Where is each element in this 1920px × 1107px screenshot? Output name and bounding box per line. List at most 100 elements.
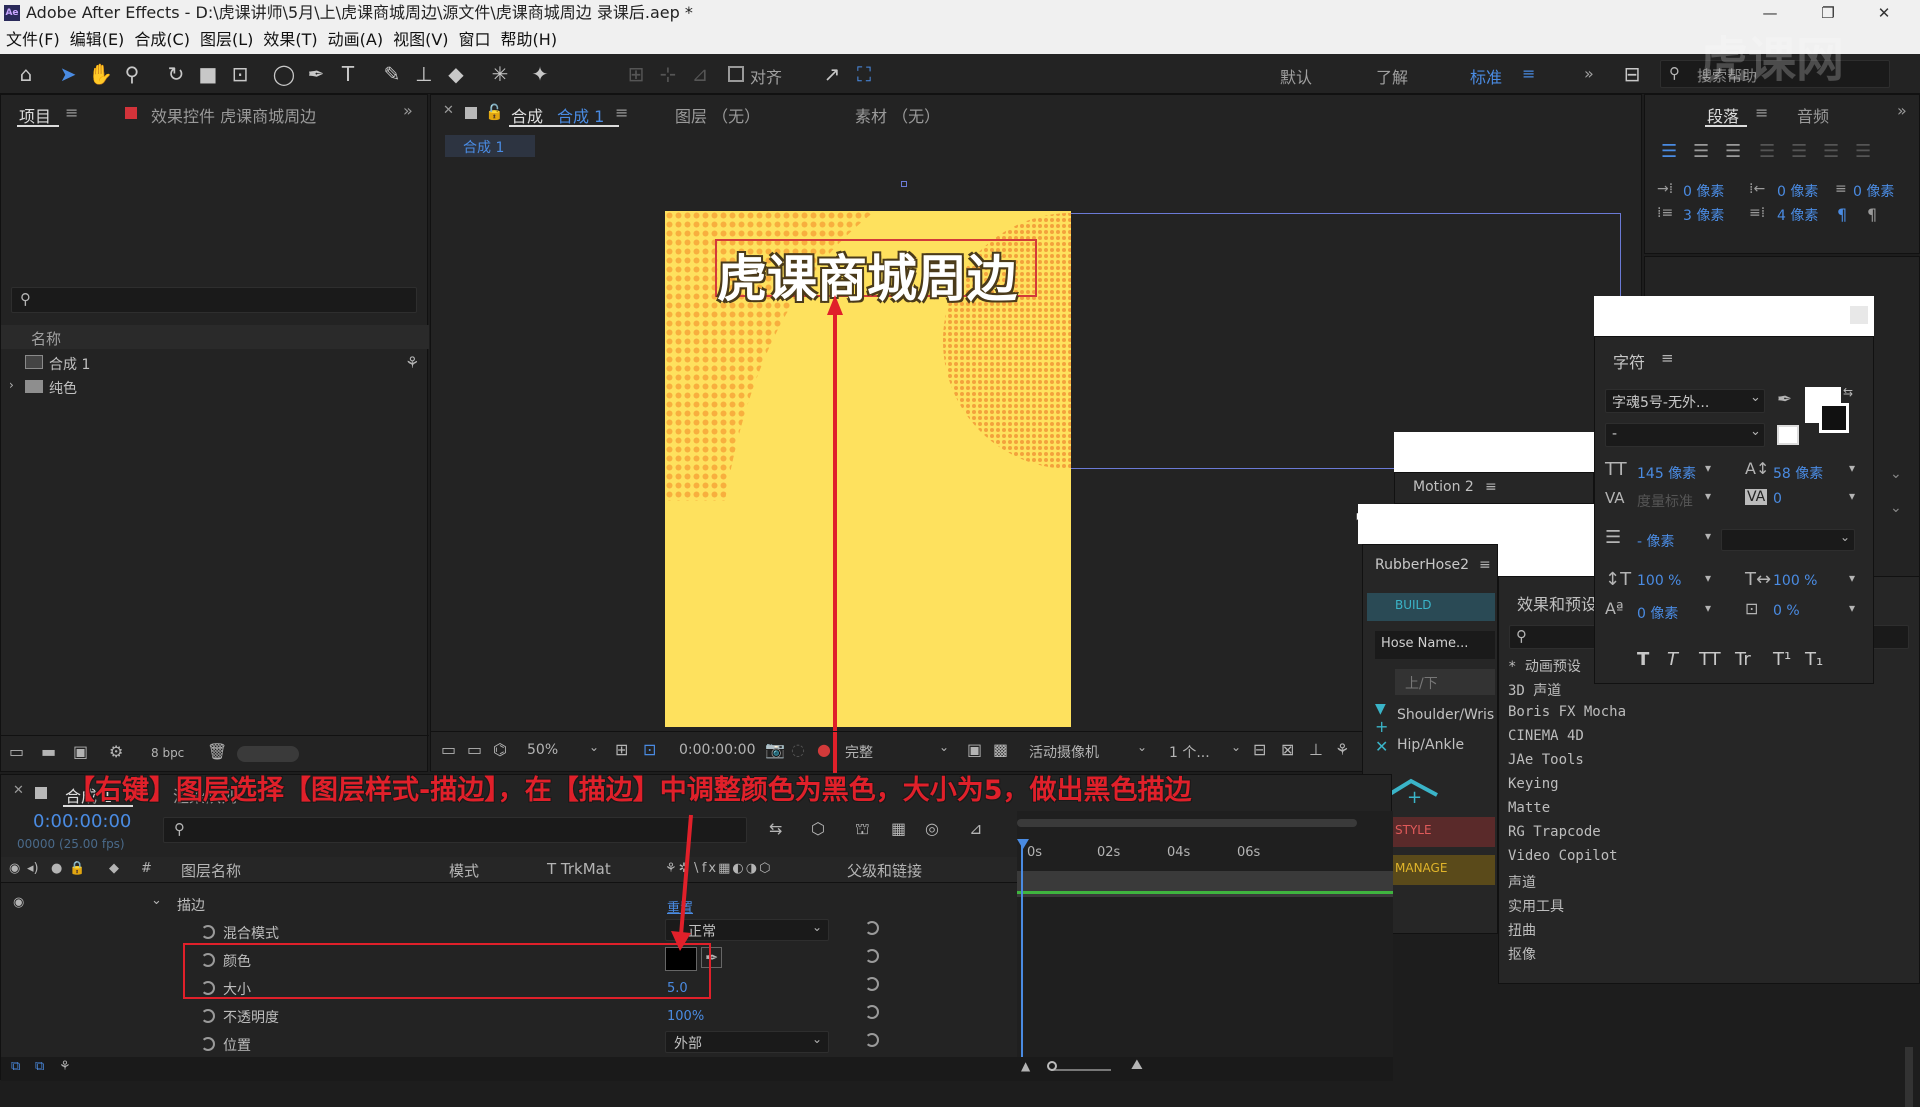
roto-brush-icon[interactable]: ✳: [488, 62, 512, 86]
chevron-down-icon[interactable]: ⌄: [1890, 500, 1902, 516]
brush-tool-icon[interactable]: ✎: [380, 62, 404, 86]
ellipse-tool-icon[interactable]: ◯: [272, 62, 296, 86]
pan-behind-icon[interactable]: ⊡: [228, 62, 252, 86]
superscript-button[interactable]: T¹: [1773, 649, 1791, 670]
fast-preview-icon[interactable]: ⊠: [1281, 740, 1294, 759]
interpret-footage-icon[interactable]: ▭: [9, 742, 24, 761]
toggle-layer-icon[interactable]: ⧉: [11, 1059, 20, 1074]
faux-bold-button[interactable]: T: [1637, 649, 1649, 670]
list-item[interactable]: JAe Tools: [1508, 752, 1584, 768]
transparency-grid-icon[interactable]: ▩: [993, 740, 1008, 759]
show-snapshot-icon[interactable]: ◌: [791, 740, 805, 759]
align-left-icon[interactable]: ☰: [1661, 141, 1677, 162]
motion-title-bar[interactable]: [1394, 432, 1594, 472]
home-icon[interactable]: ⌂: [14, 62, 38, 86]
panel-more-icon[interactable]: »: [403, 101, 413, 120]
list-item[interactable]: RG Trapcode: [1508, 824, 1601, 840]
align-right-icon[interactable]: ☰: [1725, 141, 1741, 162]
menu-effect[interactable]: 效果(T): [263, 26, 317, 54]
list-item[interactable]: 扭曲: [1508, 920, 1536, 940]
workspace-default[interactable]: 默认: [1280, 64, 1312, 88]
zoom-select[interactable]: 50%: [527, 742, 558, 758]
pen-tool-icon[interactable]: ✒: [304, 62, 328, 86]
world-axis-icon[interactable]: ⊹: [656, 62, 680, 86]
align-center-icon[interactable]: ☰: [1693, 141, 1709, 162]
local-axis-icon[interactable]: ⊞: [624, 62, 648, 86]
new-hose-icon[interactable]: +: [1381, 771, 1461, 807]
menu-animation[interactable]: 动画(A): [328, 26, 383, 54]
hip-label[interactable]: Hip/Ankle: [1397, 737, 1464, 753]
rotate-tool-icon[interactable]: ↻: [164, 62, 188, 86]
baseline-shift-value[interactable]: 0 像素: [1637, 603, 1678, 623]
character-title-bar[interactable]: [1594, 296, 1874, 336]
workspace-learn[interactable]: 了解: [1376, 64, 1408, 88]
flowchart-icon[interactable]: ⚘: [1335, 740, 1349, 759]
mask-icon[interactable]: ⌬: [493, 740, 507, 759]
chevron-down-icon[interactable]: ▾: [1849, 461, 1855, 475]
bpc-label[interactable]: 8 bpc: [151, 746, 184, 760]
stroke-order-select[interactable]: ⌄: [1721, 529, 1855, 551]
flowchart-icon[interactable]: ⚘: [405, 353, 419, 372]
tsume-value[interactable]: 0 %: [1773, 603, 1800, 619]
chevron-down-icon[interactable]: ⌄: [1231, 740, 1241, 754]
horizontal-scale-value[interactable]: 100 %: [1773, 573, 1817, 589]
space-before-value[interactable]: 3 像素: [1683, 205, 1724, 225]
chevron-down-icon[interactable]: ▾: [1705, 571, 1711, 585]
close-icon[interactable]: ✕: [1375, 737, 1388, 756]
chevron-down-icon[interactable]: ⌄: [589, 740, 599, 754]
chevron-down-icon[interactable]: ▾: [1849, 571, 1855, 585]
workspace-standard[interactable]: 标准: [1470, 64, 1502, 88]
zoom-in-icon[interactable]: ⛰: [1131, 1057, 1143, 1073]
justify-left-icon[interactable]: ☰: [1759, 141, 1775, 162]
rubberhose-menu-icon[interactable]: ≡: [1479, 557, 1491, 573]
sync-settings-icon[interactable]: ⊟: [1620, 62, 1644, 86]
close-icon[interactable]: ✕: [1864, 0, 1904, 26]
vertical-scale-value[interactable]: 100 %: [1637, 573, 1681, 589]
faux-italic-button[interactable]: T: [1667, 649, 1678, 670]
motion-menu-icon[interactable]: ≡: [1485, 479, 1497, 495]
clone-stamp-icon[interactable]: ⊥: [412, 62, 436, 86]
menu-file[interactable]: 文件(F): [6, 26, 60, 54]
list-item[interactable]: 实用工具: [1508, 896, 1564, 916]
camera-select[interactable]: 活动摄像机: [1029, 742, 1099, 762]
timeline-tracks[interactable]: 0s 02s 04s 06s: [1017, 811, 1393, 1081]
zoom-slider-handle[interactable]: [1047, 1061, 1057, 1071]
list-item[interactable]: Keying: [1508, 776, 1559, 792]
menu-help[interactable]: 帮助(H): [501, 26, 558, 54]
chevron-right-icon[interactable]: ›: [9, 378, 14, 392]
justify-right-icon[interactable]: ☰: [1823, 141, 1839, 162]
toggle-transfer-icon[interactable]: ⧉: [35, 1059, 44, 1074]
playhead-handle[interactable]: [1017, 839, 1029, 849]
roi-icon[interactable]: ▣: [967, 740, 982, 759]
justify-all-icon[interactable]: ☰: [1855, 141, 1871, 162]
eyedropper-icon[interactable]: ✒: [1777, 389, 1792, 410]
hose-name-input[interactable]: Hose Name...: [1375, 631, 1495, 659]
hand-tool-icon[interactable]: ✋: [88, 62, 113, 86]
list-item[interactable]: Video Copilot: [1508, 848, 1618, 864]
selection-tool-icon[interactable]: ➤: [56, 62, 80, 86]
close-panel-icon[interactable]: [1850, 306, 1868, 324]
list-item[interactable]: CINEMA 4D: [1508, 728, 1584, 744]
zoom-slider[interactable]: [1051, 1069, 1111, 1071]
eraser-tool-icon[interactable]: ◆: [444, 62, 468, 86]
list-item[interactable]: Matte: [1508, 800, 1550, 816]
snap-options-icon[interactable]: ↗: [820, 62, 844, 86]
chevron-down-icon[interactable]: ▾: [1705, 461, 1711, 475]
chevron-down-icon[interactable]: ⌄: [1137, 740, 1147, 754]
new-folder-icon[interactable]: ▬: [41, 742, 56, 761]
list-item[interactable]: 合成 1 ⚘: [1, 351, 429, 375]
indent-right-value[interactable]: 0 像素: [1777, 181, 1818, 201]
type-tool-icon[interactable]: T: [336, 62, 360, 86]
channel-icon[interactable]: ●: [817, 740, 831, 759]
puppet-tool-icon[interactable]: ✦: [528, 62, 552, 86]
indent-left-value[interactable]: 0 像素: [1683, 181, 1724, 201]
resolution-icon[interactable]: ⊞: [615, 740, 628, 759]
chevron-down-icon[interactable]: ⌄: [939, 740, 949, 754]
timeline-icon[interactable]: ⊥: [1309, 740, 1323, 759]
list-item[interactable]: › 纯色: [1, 375, 429, 399]
tab-effect-controls[interactable]: 效果控件 虎课商城周边: [151, 103, 316, 127]
chevron-down-icon[interactable]: ▾: [1705, 529, 1711, 543]
region-icon[interactable]: ⊡: [643, 740, 656, 759]
views-select[interactable]: 1 个...: [1169, 742, 1210, 762]
adjust-icon[interactable]: ⚙: [109, 742, 123, 761]
